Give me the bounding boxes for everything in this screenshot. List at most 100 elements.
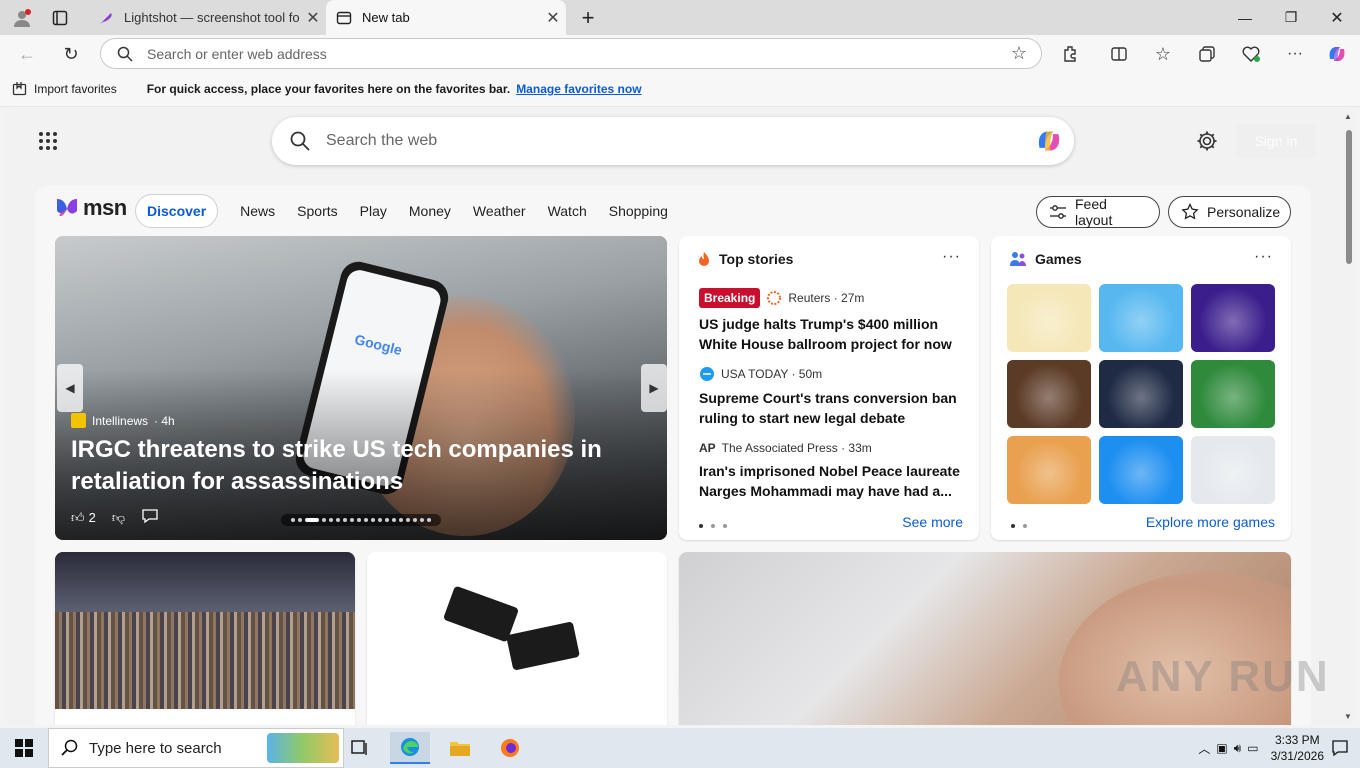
back-icon[interactable]: ← bbox=[14, 41, 40, 67]
carousel-dot[interactable] bbox=[371, 518, 375, 522]
new-tab-plus-icon[interactable]: + bbox=[574, 4, 602, 32]
game-tile[interactable] bbox=[1191, 284, 1275, 352]
comment-icon[interactable] bbox=[141, 508, 159, 527]
nav-watch[interactable]: Watch bbox=[548, 203, 587, 219]
refresh-icon[interactable]: ↻ bbox=[58, 41, 84, 67]
import-favorites-button[interactable]: Import favorites bbox=[34, 82, 117, 96]
pagination-dots[interactable] bbox=[1011, 524, 1027, 528]
carousel-dot[interactable] bbox=[364, 518, 368, 522]
edge-taskbar-icon[interactable] bbox=[390, 732, 430, 764]
carousel-indicator[interactable] bbox=[281, 514, 441, 526]
nav-shopping[interactable]: Shopping bbox=[609, 203, 668, 219]
manage-favorites-link[interactable]: Manage favorites now bbox=[516, 82, 641, 96]
collections-icon[interactable] bbox=[1194, 41, 1220, 67]
explore-more-games-link[interactable]: Explore more games bbox=[1146, 514, 1275, 530]
restore-icon[interactable]: ❐ bbox=[1268, 0, 1314, 35]
carousel-dot[interactable] bbox=[420, 518, 424, 522]
carousel-dot[interactable] bbox=[322, 518, 326, 522]
news-card-chips[interactable] bbox=[367, 552, 667, 725]
more-options-icon[interactable]: ··· bbox=[942, 248, 961, 266]
close-tab-icon[interactable]: ✕ bbox=[540, 5, 566, 31]
favorite-star-icon[interactable]: ☆ bbox=[1011, 43, 1027, 64]
notifications-icon[interactable] bbox=[1330, 738, 1350, 758]
hero-headline[interactable]: IRGC threatens to strike US tech compani… bbox=[71, 434, 631, 498]
volume-icon[interactable]: 🔊︎ bbox=[1234, 741, 1242, 756]
close-window-icon[interactable]: ✕ bbox=[1314, 0, 1360, 35]
carousel-prev-icon[interactable]: ◀ bbox=[57, 364, 83, 412]
story-item[interactable]: USA TODAY · 50m Supreme Court's trans co… bbox=[699, 366, 961, 428]
close-tab-icon[interactable]: ✕ bbox=[300, 5, 326, 31]
carousel-dot[interactable] bbox=[305, 518, 319, 522]
file-explorer-icon[interactable] bbox=[440, 732, 480, 764]
show-hidden-icons-icon[interactable]: ︿ bbox=[1198, 740, 1210, 757]
carousel-dot[interactable] bbox=[378, 518, 382, 522]
nav-sports[interactable]: Sports bbox=[297, 203, 337, 219]
nav-discover[interactable]: Discover bbox=[135, 194, 219, 228]
minimize-icon[interactable]: — bbox=[1222, 0, 1268, 35]
news-card-airport[interactable] bbox=[55, 552, 355, 725]
extensions-icon[interactable] bbox=[1058, 41, 1084, 67]
taskbar-search-box[interactable]: Type here to search bbox=[48, 728, 344, 768]
carousel-dot[interactable] bbox=[413, 518, 417, 522]
carousel-dot[interactable] bbox=[427, 518, 431, 522]
copilot-icon[interactable] bbox=[1034, 126, 1064, 156]
favorites-icon[interactable]: ☆ bbox=[1150, 41, 1176, 67]
personalize-button[interactable]: Personalize bbox=[1168, 196, 1291, 228]
carousel-dot[interactable] bbox=[343, 518, 347, 522]
game-tile[interactable] bbox=[1191, 360, 1275, 428]
carousel-next-icon[interactable]: ▶ bbox=[641, 364, 667, 412]
game-tile[interactable] bbox=[1007, 360, 1091, 428]
task-view-icon[interactable] bbox=[340, 732, 380, 764]
tab-lightshot[interactable]: Lightshot — screenshot tool for Mac & Wi… bbox=[88, 0, 326, 35]
pagination-dots[interactable] bbox=[699, 524, 727, 528]
carousel-dot[interactable] bbox=[357, 518, 361, 522]
carousel-dot[interactable] bbox=[350, 518, 354, 522]
carousel-dot[interactable] bbox=[392, 518, 396, 522]
thumbs-down-icon[interactable]: 👎︎ bbox=[112, 510, 125, 526]
carousel-dot[interactable] bbox=[291, 518, 295, 522]
address-bar[interactable]: Search or enter web address ☆ bbox=[100, 38, 1042, 69]
nav-news[interactable]: News bbox=[240, 203, 275, 219]
like-button[interactable]: 👍︎ 2 bbox=[71, 510, 96, 526]
game-tile[interactable] bbox=[1099, 436, 1183, 504]
apps-launcher-icon[interactable] bbox=[37, 130, 59, 152]
nav-weather[interactable]: Weather bbox=[473, 203, 526, 219]
nav-money[interactable]: Money bbox=[409, 203, 451, 219]
clock[interactable]: 3:33 PM 3/31/2026 bbox=[1271, 732, 1324, 764]
settings-and-more-icon[interactable]: ··· bbox=[1282, 41, 1308, 67]
carousel-dot[interactable] bbox=[329, 518, 333, 522]
more-options-icon[interactable]: ··· bbox=[1254, 248, 1273, 266]
game-tile[interactable] bbox=[1007, 284, 1091, 352]
carousel-dot[interactable] bbox=[399, 518, 403, 522]
game-tile[interactable] bbox=[1099, 360, 1183, 428]
story-item[interactable]: Breaking Reuters · 27m US judge halts Tr… bbox=[699, 288, 961, 354]
game-tile[interactable] bbox=[1099, 284, 1183, 352]
scroll-up-icon[interactable]: ▲ bbox=[1344, 112, 1352, 121]
page-scrollbar[interactable]: ▲ ▼ bbox=[1342, 108, 1356, 725]
profile-icon[interactable] bbox=[10, 6, 34, 30]
sign-in-button[interactable]: Sign in bbox=[1236, 124, 1316, 158]
carousel-dot[interactable] bbox=[298, 518, 302, 522]
game-tile[interactable] bbox=[1191, 436, 1275, 504]
carousel-dot[interactable] bbox=[336, 518, 340, 522]
tab-actions-icon[interactable] bbox=[48, 6, 72, 30]
browser-essentials-icon[interactable] bbox=[1238, 41, 1264, 67]
web-search-box[interactable]: Search the web bbox=[272, 117, 1074, 165]
hero-carousel[interactable]: Google ◀ ▶ Intellinews · 4h IRGC threate… bbox=[55, 236, 667, 540]
meet-now-icon[interactable]: ▣ bbox=[1216, 741, 1227, 755]
story-item[interactable]: AP The Associated Press · 33m Iran's imp… bbox=[699, 441, 961, 501]
page-settings-gear-icon[interactable] bbox=[1194, 128, 1220, 154]
import-favorites-icon[interactable] bbox=[12, 81, 28, 97]
see-more-link[interactable]: See more bbox=[902, 514, 963, 530]
carousel-dot[interactable] bbox=[385, 518, 389, 522]
network-icon[interactable]: ▭ bbox=[1247, 741, 1258, 755]
split-screen-icon[interactable] bbox=[1106, 41, 1132, 67]
windows-start-icon[interactable] bbox=[12, 736, 36, 760]
msn-logo[interactable]: msn bbox=[55, 195, 127, 221]
nav-play[interactable]: Play bbox=[360, 203, 387, 219]
game-tile[interactable] bbox=[1007, 436, 1091, 504]
hero-source[interactable]: Intellinews · 4h bbox=[71, 413, 175, 428]
feed-layout-button[interactable]: Feed layout bbox=[1036, 196, 1160, 228]
firefox-icon[interactable] bbox=[490, 732, 530, 764]
carousel-dot[interactable] bbox=[406, 518, 410, 522]
